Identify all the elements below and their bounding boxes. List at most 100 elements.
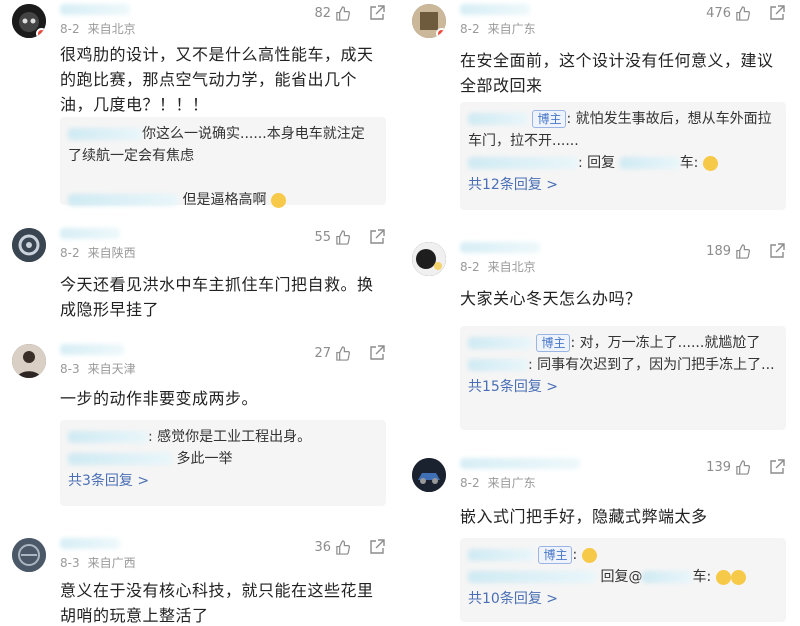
reply-item: 多此一举 <box>68 448 378 470</box>
thumbs-up-icon <box>336 346 350 361</box>
reply-text: 多此一举 <box>176 451 233 467</box>
like-count: 82 <box>314 6 331 21</box>
comment-date: 8-3 <box>60 556 80 570</box>
author-tag: 博主 <box>538 546 573 564</box>
like-button[interactable]: 139 <box>706 460 750 475</box>
comment-location: 来自天津 <box>87 362 136 376</box>
reply-text: : 感觉你是工业工程出身。 <box>148 429 312 445</box>
comment-text: 一步的动作非要变成两步。 <box>60 389 259 408</box>
share-icon[interactable] <box>768 242 786 260</box>
like-count: 189 <box>706 244 731 259</box>
reply-item: 回复@ 车: <box>468 566 778 588</box>
mention-blurred <box>619 157 680 169</box>
reply-username-blurred <box>468 157 578 169</box>
more-replies-link[interactable]: 共12条回复 > <box>468 174 778 196</box>
avatar[interactable] <box>12 228 46 262</box>
comment-text: 很鸡肋的设计，又不是什么高性能车，成天的跑比赛，那点空气动力学，能省出几个油，几… <box>60 45 374 114</box>
comment-item: 8-2 来自北京 189 大家关心冬天怎么办吗？ 博主: 对，万一冻上了.....… <box>406 242 794 432</box>
reply-username-blurred <box>468 337 532 349</box>
comment-date: 8-2 <box>460 22 480 36</box>
comment-date: 8-2 <box>60 22 80 36</box>
thumbs-up-icon <box>736 460 750 475</box>
username-blurred[interactable] <box>460 458 580 469</box>
username-blurred[interactable] <box>60 344 124 355</box>
avatar[interactable] <box>12 538 46 572</box>
avatar[interactable] <box>12 4 46 38</box>
more-replies-link[interactable]: 共3条回复 > <box>68 470 378 492</box>
reply-item: 博主: 对，万一冻上了......就尴尬了 <box>468 332 778 354</box>
comment-item: 8-2 来自广东 476 在安全面前，这个设计没有任何意义，建议全部改回来 博主:… <box>406 4 794 214</box>
more-replies-link[interactable]: 共10条回复 > <box>468 588 778 610</box>
mention-blurred <box>642 571 693 583</box>
share-icon[interactable] <box>368 228 386 246</box>
thumbs-up-icon <box>736 244 750 259</box>
avatar[interactable] <box>412 458 446 492</box>
comment-item: 8-2 来自北京 82 很鸡肋的设计，又不是什么高性能车，成天的跑比赛，那点空气动… <box>6 4 394 209</box>
author-tag: 博主 <box>536 334 571 352</box>
like-count: 55 <box>314 230 331 245</box>
username-blurred[interactable] <box>60 228 120 239</box>
avatar[interactable] <box>412 4 446 38</box>
thumbs-up-icon <box>336 230 350 245</box>
reply-box[interactable]: 你这么一说确实......本身电车就注定了续航一定会有焦虑 但是逼格高啊 <box>60 117 386 208</box>
reply-username-blurred <box>68 431 148 443</box>
comment-location: 来自陕西 <box>87 246 136 260</box>
comment-text: 大家关心冬天怎么办吗？ <box>460 289 642 308</box>
comment-location: 来自北京 <box>87 22 136 36</box>
avatar[interactable] <box>412 242 446 276</box>
more-replies-link[interactable]: 共15条回复 > <box>468 376 778 398</box>
comment-meta: 8-2 来自北京 <box>460 258 536 275</box>
comment-meta: 8-3 来自天津 <box>60 360 136 377</box>
like-count: 27 <box>314 346 331 361</box>
comment-item: 8-3 来自广西 36 意义在于没有核心科技，就只能在这些花里胡哨的玩意上整活了 <box>6 538 394 626</box>
reply-text: 回复@ <box>600 569 643 585</box>
reply-username-blurred <box>468 571 596 583</box>
reply-text: 但是逼格高啊 <box>182 192 267 208</box>
share-icon[interactable] <box>768 458 786 476</box>
share-icon[interactable] <box>368 4 386 22</box>
reply-box[interactable]: 博主: 就怕发生事故后，想从车外面拉车门，拉不开...... : 回复 车: 共… <box>460 102 786 210</box>
reply-box[interactable]: 博主: 对，万一冻上了......就尴尬了 : 同事有次迟到了，因为门把手冻上了… <box>460 326 786 430</box>
like-count: 476 <box>706 6 731 21</box>
like-button[interactable]: 82 <box>314 6 350 21</box>
share-icon[interactable] <box>368 344 386 362</box>
like-button[interactable]: 189 <box>706 244 750 259</box>
comment-meta: 8-2 来自北京 <box>60 20 136 37</box>
comment-date: 8-2 <box>60 246 80 260</box>
comment-date: 8-2 <box>460 260 480 274</box>
share-icon[interactable] <box>768 4 786 22</box>
comment-meta: 8-2 来自广东 <box>460 20 536 37</box>
reply-item: : 同事有次迟到了，因为门把手冻上了... <box>468 354 778 376</box>
crying-emoji-icon <box>715 569 731 585</box>
reply-text: : 同事有次迟到了，因为门把手冻上了... <box>528 357 775 373</box>
comment-location: 来自广西 <box>87 556 136 570</box>
share-icon[interactable] <box>368 538 386 556</box>
crying-emoji-icon <box>730 569 746 585</box>
comment-item: 8-3 来自天津 27 一步的动作非要变成两步。 : 感觉你是工业工程出身。 多此… <box>6 344 394 514</box>
username-blurred[interactable] <box>60 4 130 15</box>
reply-item: 你这么一说确实......本身电车就注定了续航一定会有焦虑 <box>68 123 378 167</box>
comment-meta: 8-3 来自广西 <box>60 554 136 571</box>
verified-badge-icon <box>436 28 446 38</box>
username-blurred[interactable] <box>460 242 540 253</box>
like-button[interactable]: 36 <box>314 540 350 555</box>
reply-item: 博主: 就怕发生事故后，想从车外面拉车门，拉不开...... <box>468 108 778 152</box>
reply-box[interactable]: 博主: 回复@ 车: 共10条回复 > <box>460 538 786 622</box>
like-button[interactable]: 27 <box>314 346 350 361</box>
reply-text: : <box>572 547 578 563</box>
comment-date: 8-3 <box>60 362 80 376</box>
comment-location: 来自广东 <box>487 22 536 36</box>
username-blurred[interactable] <box>60 538 120 549</box>
comment-meta: 8-2 来自广东 <box>460 474 536 491</box>
like-button[interactable]: 476 <box>706 6 750 21</box>
comment-item: 8-2 来自陕西 55 今天还看见洪水中车主抓住车门把自救。换成隐形早挂了 <box>6 228 394 338</box>
comment-text: 在安全面前，这个设计没有任何意义，建议全部改回来 <box>460 51 774 95</box>
comment-column-right: 8-2 来自广东 476 在安全面前，这个设计没有任何意义，建议全部改回来 博主:… <box>406 0 794 626</box>
avatar[interactable] <box>12 344 46 378</box>
comment-text: 意义在于没有核心科技，就只能在这些花里胡哨的玩意上整活了 <box>60 581 374 625</box>
reply-text: : 对，万一冻上了......就尴尬了 <box>570 335 761 351</box>
reply-username-blurred <box>68 194 178 206</box>
username-blurred[interactable] <box>460 4 530 15</box>
like-button[interactable]: 55 <box>314 230 350 245</box>
reply-box[interactable]: : 感觉你是工业工程出身。 多此一举 共3条回复 > <box>60 420 386 506</box>
